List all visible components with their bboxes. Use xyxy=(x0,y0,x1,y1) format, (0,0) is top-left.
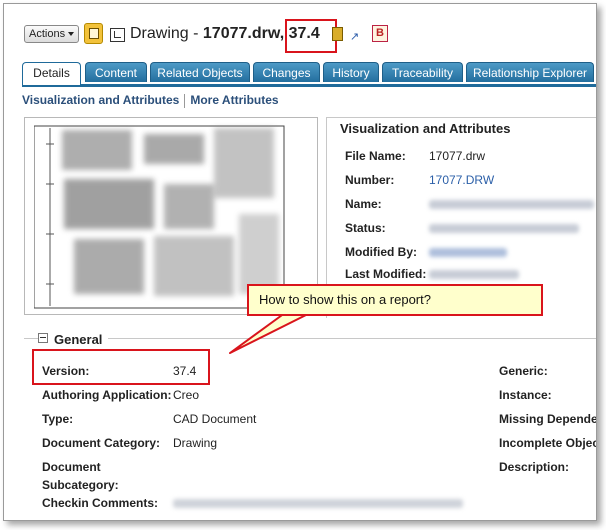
incomplete-objects-label: Incomplete Objec xyxy=(499,436,597,450)
link-more-attributes[interactable]: More Attributes xyxy=(190,93,278,107)
version-highlight-box xyxy=(32,349,210,385)
window-frame: Actions Drawing - 17077.drw, 37.4 ↗ B De… xyxy=(3,3,597,521)
tab-history[interactable]: History xyxy=(323,62,379,82)
name-value-redacted xyxy=(429,200,594,209)
title-name: 17077.drw xyxy=(202,25,280,42)
tab-related-objects[interactable]: Related Objects xyxy=(150,62,250,82)
title-prefix: Drawing - xyxy=(130,25,203,42)
generic-label: Generic: xyxy=(499,364,548,378)
tab-relationship-explorer[interactable]: Relationship Explorer xyxy=(466,62,594,82)
document-info-icon[interactable] xyxy=(84,23,103,44)
actions-menu-button[interactable]: Actions xyxy=(24,25,80,43)
missing-dependents-label: Missing Depende xyxy=(499,412,597,426)
status-value-redacted xyxy=(429,224,579,233)
tab-bar: Details Content Related Objects Changes … xyxy=(22,62,596,87)
status-label: Status: xyxy=(345,221,386,235)
section-links: Visualization and Attributes More Attribu… xyxy=(22,93,279,108)
document-category-value: Drawing xyxy=(173,436,218,450)
last-modified-label: Last Modified: xyxy=(345,267,427,281)
authoring-application-label: Authoring Application: xyxy=(42,388,172,402)
document-category-label: Document Category: xyxy=(42,436,161,450)
document-subcategory-label-line2: Subcategory: xyxy=(42,478,119,492)
general-section-header[interactable]: General xyxy=(38,332,109,347)
collapse-minus-icon[interactable] xyxy=(38,333,48,343)
share-arrow-icon[interactable]: ↗ xyxy=(350,30,359,43)
checkin-comments-label: Checkin Comments: xyxy=(42,496,159,510)
clipboard-icon[interactable] xyxy=(332,27,343,41)
tab-changes[interactable]: Changes xyxy=(253,62,320,82)
checkin-comments-value-redacted xyxy=(173,499,463,508)
modified-by-value-redacted[interactable] xyxy=(429,248,507,257)
version-highlight-box xyxy=(285,19,337,53)
b-document-icon[interactable]: B xyxy=(372,25,388,42)
authoring-application-value: Creo xyxy=(173,388,200,402)
visualization-title: Visualization and Attributes xyxy=(337,121,514,136)
page-header: Actions Drawing - 17077.drw, 37.4 ↗ B xyxy=(4,4,596,56)
name-label: Name: xyxy=(345,197,382,211)
drawing-type-icon xyxy=(110,28,125,42)
callout-note: How to show this on a report? xyxy=(247,284,543,316)
tab-details[interactable]: Details xyxy=(22,62,81,85)
general-title: General xyxy=(54,332,103,347)
file-name-label: File Name: xyxy=(345,149,406,163)
number-label: Number: xyxy=(345,173,395,187)
last-modified-value-redacted xyxy=(429,270,519,279)
actions-label: Actions xyxy=(29,28,66,40)
general-divider xyxy=(24,338,596,339)
tab-traceability[interactable]: Traceability xyxy=(382,62,463,82)
document-subcategory-label-line1: Document xyxy=(42,460,101,474)
file-name-value: 17077.drw xyxy=(429,149,486,163)
type-label: Type: xyxy=(42,412,74,426)
modified-by-label: Modified By: xyxy=(345,245,417,259)
tab-content[interactable]: Content xyxy=(85,62,147,82)
link-divider xyxy=(184,93,186,108)
chevron-down-icon xyxy=(68,32,75,37)
type-value: CAD Document xyxy=(173,412,257,426)
instance-label: Instance: xyxy=(499,388,552,402)
description-label: Description: xyxy=(499,460,570,474)
number-link[interactable]: 17077.DRW xyxy=(429,173,494,187)
link-visualization-attributes[interactable]: Visualization and Attributes xyxy=(22,93,179,107)
